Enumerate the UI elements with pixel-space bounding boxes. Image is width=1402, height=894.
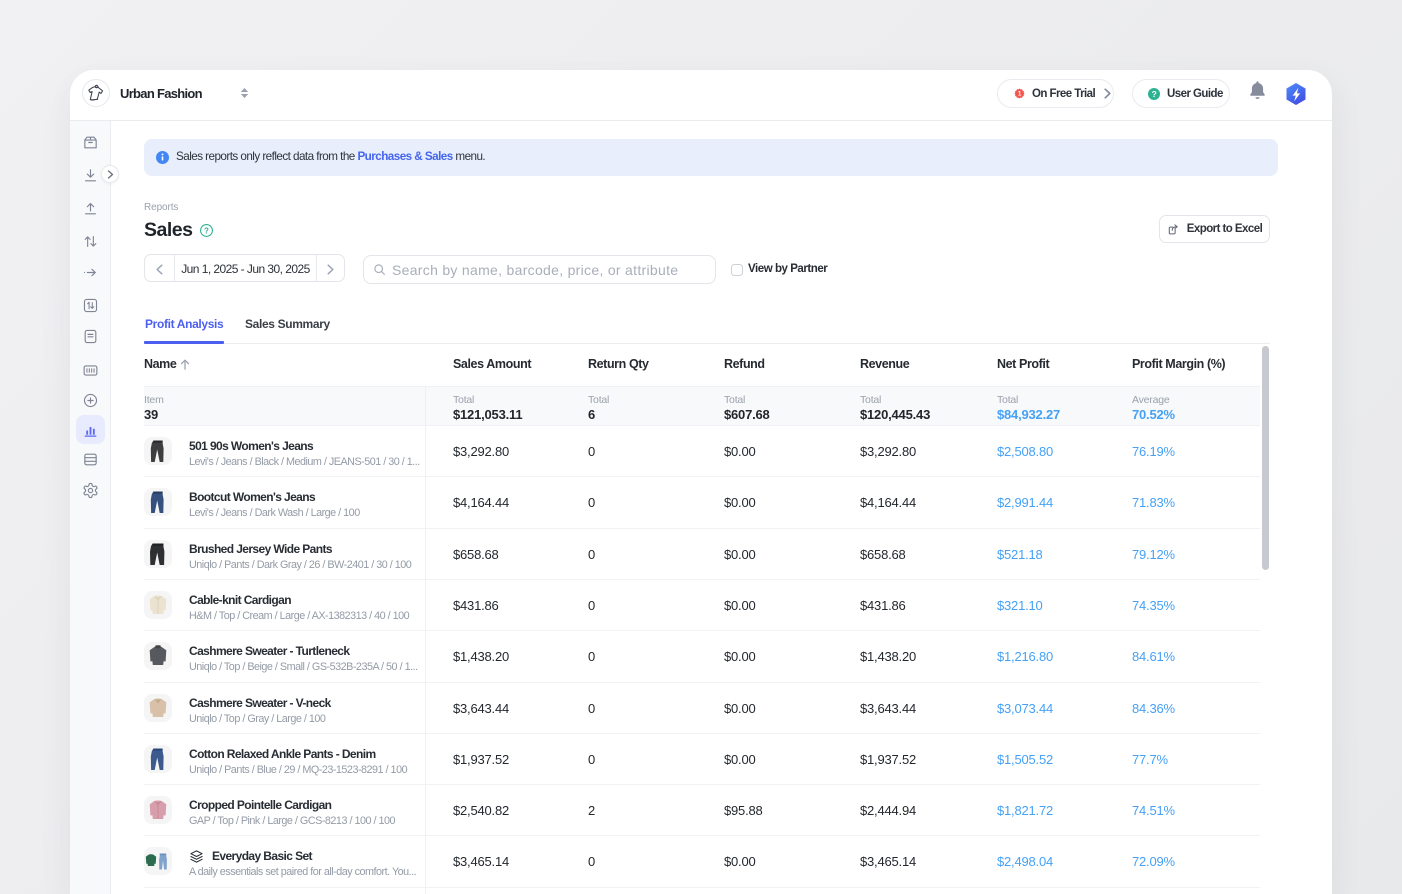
svg-text:?: ? [1152,88,1157,98]
svg-text:?: ? [204,226,209,235]
